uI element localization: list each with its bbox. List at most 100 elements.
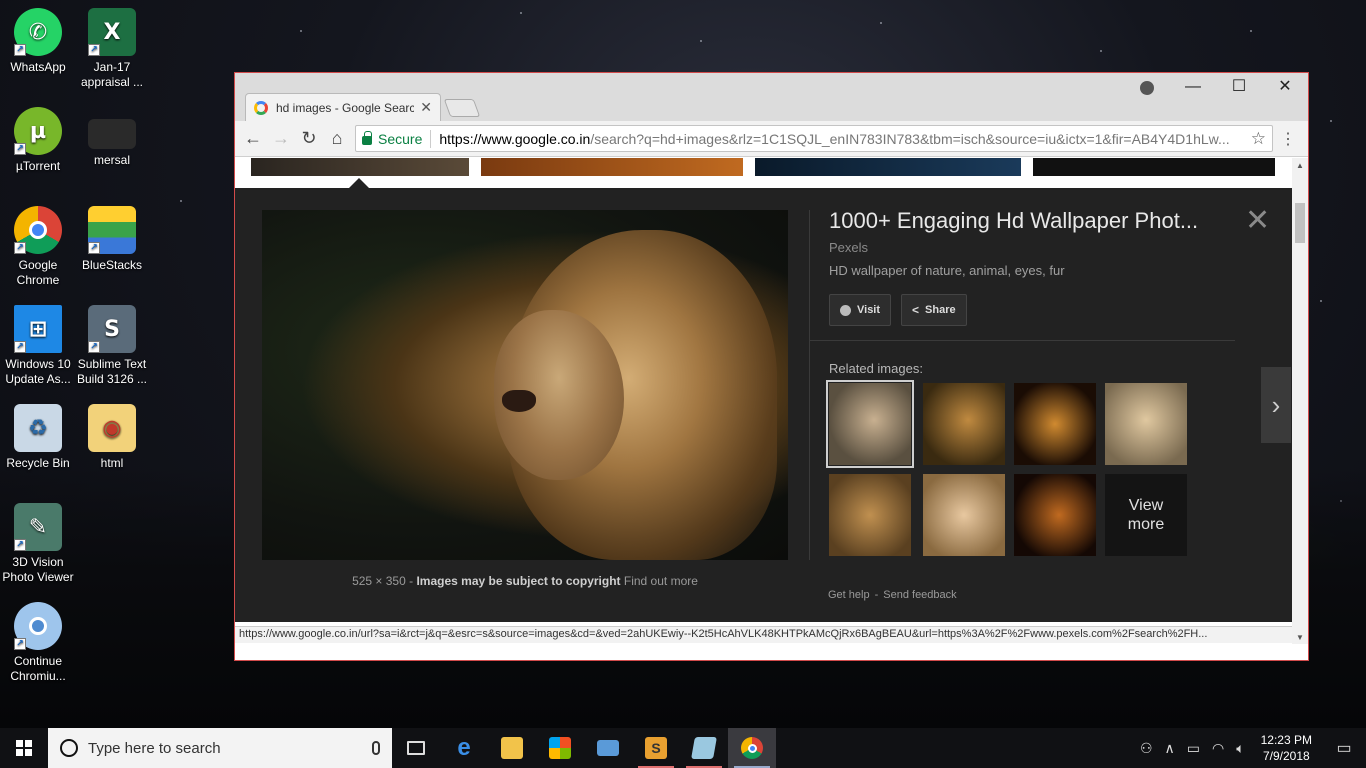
scrollbar-thumb[interactable]	[1295, 203, 1305, 243]
desktop-icon-bluestacks[interactable]: ↗ BlueStacks	[74, 198, 150, 273]
related-image-3[interactable]	[1014, 383, 1096, 465]
clock[interactable]: 12:23 PM 7/9/2018	[1261, 732, 1312, 764]
result-thumbnail[interactable]	[755, 158, 1021, 176]
scroll-up-arrow-icon[interactable]: ▲	[1292, 161, 1308, 170]
taskbar-notes[interactable]	[680, 728, 728, 768]
start-button[interactable]	[0, 728, 48, 768]
desktop-icon-label: Windows 10 Update As...	[5, 357, 71, 386]
image-title-link[interactable]: 1000+ Engaging Hd Wallpaper Phot...	[829, 208, 1209, 234]
related-image-7[interactable]	[1014, 474, 1096, 556]
user-profile-icon[interactable]	[1124, 73, 1170, 103]
visit-label: Visit	[857, 304, 881, 316]
taskbar-this-pc[interactable]	[584, 728, 632, 768]
panel-divider	[809, 210, 810, 560]
bookmark-star-icon[interactable]: ☆	[1251, 129, 1266, 149]
menu-kebab-icon[interactable]: ⋮	[1280, 129, 1296, 149]
minimize-button[interactable]: —	[1170, 73, 1216, 103]
desktop-icon-3d-vision[interactable]: ✎ ↗ 3D Vision Photo Viewer	[0, 495, 76, 585]
desktop-icon-whatsapp[interactable]: ✆ ↗ WhatsApp	[0, 0, 76, 75]
taskbar-sublime-text[interactable]: S	[632, 728, 680, 768]
chromium-icon: ↗	[14, 602, 62, 650]
wifi-icon[interactable]: ◠	[1212, 740, 1224, 757]
notification-icon[interactable]: ▭	[1322, 738, 1366, 758]
image-dimensions: 525 × 350	[352, 574, 406, 588]
volume-icon[interactable]: 🔈︎	[1236, 740, 1244, 757]
search-placeholder: Type here to search	[88, 739, 221, 757]
reload-icon[interactable]: ↻	[295, 128, 323, 149]
tab-title: hd images - Google Search	[276, 100, 415, 115]
task-view-button[interactable]	[392, 728, 440, 768]
video-file-icon	[88, 119, 136, 149]
desktop-icon-excel[interactable]: X ↗ Jan-17 appraisal ...	[74, 0, 150, 90]
excel-file-icon: X ↗	[88, 8, 136, 56]
desktop-icon-utorrent[interactable]: µ ↗ µTorrent	[0, 99, 76, 174]
back-arrow-icon[interactable]: ←	[239, 128, 267, 149]
desktop-icon-label: Sublime Text Build 3126 ...	[76, 357, 148, 386]
edge-icon: e	[457, 734, 471, 761]
desktop-icon-sublime-text[interactable]: S ↗ Sublime Text Build 3126 ...	[74, 297, 150, 387]
desktop-icon-windows-update[interactable]: ⊞ ↗ Windows 10 Update As...	[0, 297, 76, 387]
send-feedback-link[interactable]: Send feedback	[883, 589, 956, 601]
battery-icon[interactable]: ▭	[1187, 740, 1200, 757]
desktop-icon-label: mersal	[93, 153, 130, 167]
maximize-button[interactable]: ☐	[1216, 73, 1262, 103]
desktop-icon-recycle-bin[interactable]: ♻ Recycle Bin	[0, 396, 76, 471]
related-images-heading: Related images:	[829, 361, 923, 376]
system-tray: ⚇ ∧ ▭ ◠ 🔈︎ 12:23 PM 7/9/2018 ▭	[1134, 732, 1366, 764]
find-out-more-link[interactable]: Find out more	[624, 574, 698, 588]
taskbar-file-explorer[interactable]	[488, 728, 536, 768]
desktop-icon-label: Google Chrome	[16, 258, 60, 287]
address-bar[interactable]: Secure https://www.google.co.in/search?q…	[355, 125, 1273, 152]
chevron-up-icon[interactable]: ∧	[1165, 740, 1175, 757]
url-host: https://www.google.co.in	[439, 130, 591, 147]
preview-footer: Get help - Send feedback	[828, 589, 957, 601]
sublime-text-icon: S	[645, 737, 667, 759]
view-more-label: View more	[1127, 497, 1165, 533]
related-image-2[interactable]	[923, 383, 1005, 465]
related-image-4[interactable]	[1105, 383, 1187, 465]
visit-button[interactable]: Visit	[829, 294, 892, 326]
share-button[interactable]: < Share	[901, 294, 967, 326]
tab-google-search[interactable]: hd images - Google Search ✕	[245, 93, 441, 121]
desktop-icon-chromium[interactable]: ↗ Continue Chromiu...	[0, 594, 76, 684]
desktop-icon-mersal[interactable]: mersal	[74, 99, 150, 168]
related-image-6[interactable]	[923, 474, 1005, 556]
taskbar-google-chrome[interactable]	[728, 728, 776, 768]
desktop-icon-html[interactable]: ◉ html	[74, 396, 150, 471]
computer-icon	[597, 740, 619, 756]
taskbar-edge[interactable]: e	[440, 728, 488, 768]
close-window-button[interactable]: ✕	[1262, 73, 1308, 103]
chrome-icon	[741, 737, 763, 759]
home-icon[interactable]: ⌂	[323, 128, 351, 149]
desktop-icon-google-chrome[interactable]: ↗ Google Chrome	[0, 198, 76, 288]
taskbar-store[interactable]	[536, 728, 584, 768]
window-controls: — ☐ ✕	[1124, 73, 1308, 103]
url-text: https://www.google.co.in/search?q=hd+ima…	[439, 131, 1229, 147]
lion-nose	[502, 390, 536, 412]
taskbar-search-box[interactable]: Type here to search	[48, 728, 392, 768]
close-icon[interactable]: ✕	[420, 99, 432, 116]
people-icon[interactable]: ⚇	[1140, 740, 1153, 757]
utorrent-icon: µ ↗	[14, 107, 62, 155]
source-site: Pexels	[829, 240, 869, 255]
result-thumbnail[interactable]	[1033, 158, 1275, 176]
browser-toolbar: ← → ↻ ⌂ Secure https://www.google.co.in/…	[235, 121, 1308, 157]
close-preview-icon[interactable]: ✕	[1245, 206, 1270, 236]
next-image-chevron-icon[interactable]: ›	[1261, 367, 1291, 443]
forward-arrow-icon[interactable]: →	[267, 128, 295, 149]
result-thumbnail[interactable]	[481, 158, 743, 176]
microphone-icon[interactable]	[372, 741, 380, 755]
preview-image-lion[interactable]	[262, 210, 788, 560]
scroll-down-arrow-icon[interactable]: ▼	[1292, 633, 1308, 642]
title-bar: hd images - Google Search ✕ — ☐ ✕	[235, 73, 1308, 121]
action-buttons: Visit < Share	[829, 294, 1249, 326]
related-image-5[interactable]	[829, 474, 911, 556]
image-details: 1000+ Engaging Hd Wallpaper Phot... Pexe…	[829, 208, 1249, 326]
vertical-scrollbar[interactable]: ▲ ▼	[1292, 158, 1308, 644]
get-help-link[interactable]: Get help	[828, 589, 870, 601]
new-tab-button[interactable]	[443, 99, 481, 117]
result-thumbnail[interactable]	[251, 158, 469, 176]
chrome-icon: ↗	[14, 206, 62, 254]
related-image-1[interactable]	[826, 380, 914, 468]
view-more-button[interactable]: View more	[1105, 474, 1187, 556]
